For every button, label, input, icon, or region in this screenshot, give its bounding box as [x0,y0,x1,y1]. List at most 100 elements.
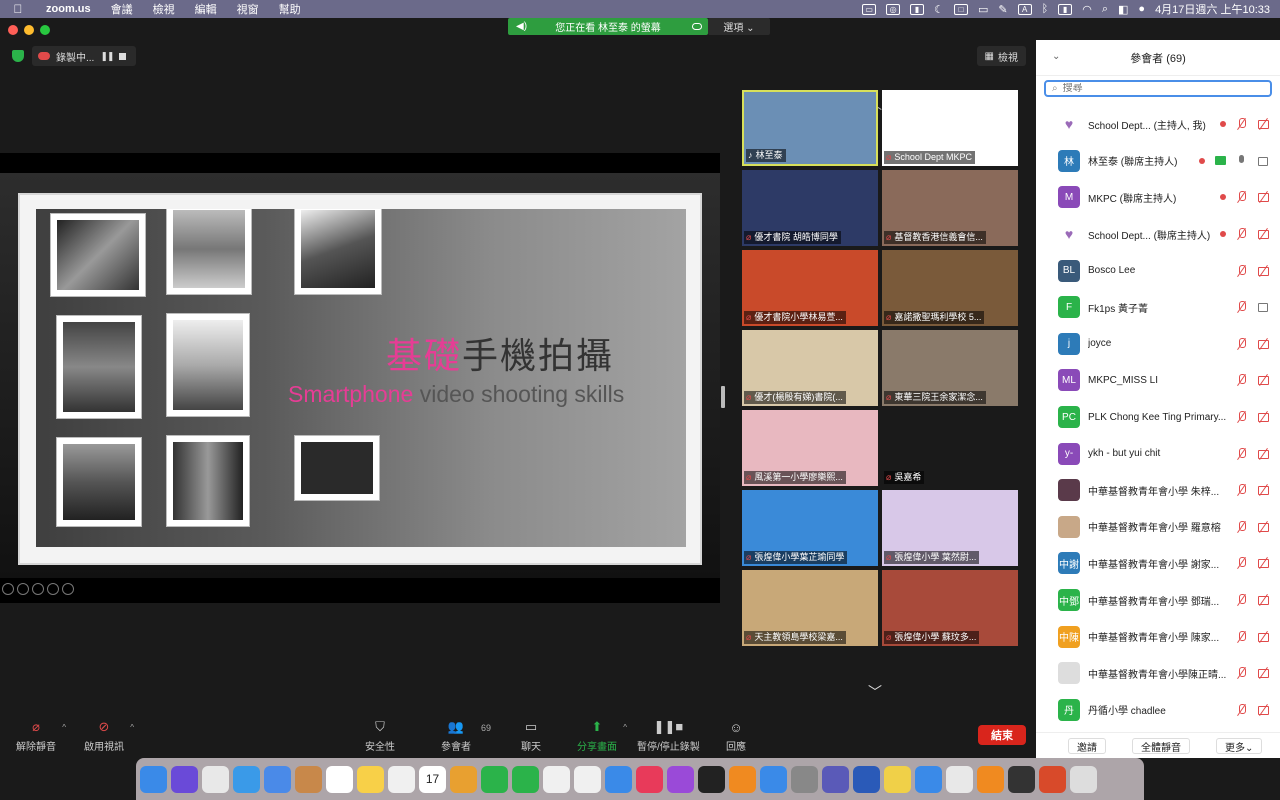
calendar-app-icon[interactable]: 17 [419,765,446,793]
dock-app-icon[interactable] [884,765,911,793]
camera-off-icon[interactable] [1258,338,1270,350]
view-options-button[interactable]: 選項 ⌄ [708,18,770,35]
chevron-down-icon[interactable]: ⌄ [1052,51,1060,62]
dock-app-icon[interactable] [574,765,601,793]
participant-row[interactable]: 中鄧 中華基督教青年會小學 鄧瑞... [1036,582,1280,619]
mic-off-icon[interactable] [1236,264,1248,277]
video-tile[interactable]: ⌀ 天主教領島學校梁嘉... [742,570,878,646]
mic-off-icon[interactable] [1236,447,1248,460]
camera-off-icon[interactable] [1258,374,1270,386]
camera-off-icon[interactable] [1258,265,1270,277]
mic-off-icon[interactable] [1236,411,1248,423]
chevron-up-icon[interactable]: ^ [623,723,627,732]
pen-icon[interactable] [17,583,29,595]
end-meeting-button[interactable]: 結束 [978,725,1026,745]
camera-off-icon[interactable] [1258,631,1270,643]
control-center-icon[interactable]: ◧ [1118,3,1128,16]
dock-app-icon[interactable] [450,765,477,793]
dock-app-icon[interactable] [1008,765,1035,793]
dock-app-icon[interactable] [171,765,198,793]
camera-off-icon[interactable] [1258,228,1270,240]
cc-icon[interactable]: ◎ [886,3,901,15]
camera-off-icon[interactable] [1258,557,1270,569]
more-button[interactable]: 更多⌄ [1216,738,1263,754]
mic-off-icon[interactable] [1236,337,1248,350]
dock-app-icon[interactable] [822,765,849,793]
dock-app-icon[interactable] [729,765,756,793]
menu-clock[interactable]: 4月17日週六 上午10:33 [1155,1,1270,17]
dock-app-icon[interactable] [853,765,880,793]
start-video-button[interactable]: ⊘ 啟用視訊 ^ [84,719,134,753]
dock-app-icon[interactable] [233,765,260,793]
dock-app-icon[interactable] [264,765,291,793]
share-screen-button[interactable]: ⬆ 分享畫面 ^ [577,719,627,753]
spotlight-search-icon[interactable]: ⌕ [1102,3,1108,16]
mic-off-icon[interactable] [1236,630,1248,643]
mic-off-icon[interactable] [1236,374,1248,386]
menu-window[interactable]: 視窗 [227,1,269,17]
video-tile[interactable]: ⌀ 優才書院小學林易萱... [742,250,878,326]
video-tile[interactable]: ⌀ School Dept MKPC [882,90,1018,166]
close-window-button[interactable] [8,25,18,35]
zoom-slide-icon[interactable] [47,583,59,595]
battery-icon[interactable]: ▮ [1058,3,1073,15]
wifi-icon[interactable]: ◠ [1082,3,1092,16]
next-slide-icon[interactable] [62,583,74,595]
view-mode-button[interactable]: ▦ 檢視 [976,46,1026,66]
zoom-window-button[interactable] [40,25,50,35]
dock-app-icon[interactable] [1070,765,1097,793]
mic-off-icon[interactable] [1236,557,1248,569]
dock-app-icon[interactable] [636,765,663,793]
participant-row[interactable]: F Fk1ps 黃子菁 [1036,289,1280,326]
mic-off-icon[interactable] [1236,520,1248,533]
menu-help[interactable]: 幫助 [269,1,311,17]
bluetooth-icon[interactable]: ᛒ [1042,3,1049,15]
dock-app-icon[interactable] [512,765,539,793]
dock-app-icon[interactable] [605,765,632,793]
mute-all-button[interactable]: 全體靜音 [1132,738,1190,754]
dock-app-icon[interactable] [481,765,508,793]
camera-off-icon[interactable] [1258,411,1270,423]
participant-row[interactable]: 中華基督教青年會小學 朱梓... [1036,472,1280,509]
video-tile[interactable]: ⌀ 東華三院王余家潔念... [882,330,1018,406]
participant-search-box[interactable]: ⌕ [1044,80,1272,97]
dock-app-icon[interactable] [140,765,167,793]
participant-row[interactable]: ML MKPC_MISS LI [1036,362,1280,399]
minimize-window-button[interactable] [24,25,34,35]
participant-row[interactable]: j joyce [1036,326,1280,363]
dock-app-icon[interactable] [357,765,384,793]
participant-row[interactable]: ♥ School Dept... (主持人, 我) [1036,106,1280,143]
pause-stop-recording-button[interactable]: ❚❚■ 暫停/停止錄製 [637,719,700,753]
participant-row[interactable]: 中謝 中華基督教青年會小學 謝家... [1036,545,1280,582]
chevron-up-icon[interactable]: ^ [62,723,66,732]
chart-icon[interactable]: ▮ [910,3,925,15]
dock-app-icon[interactable] [760,765,787,793]
camera-off-icon[interactable] [1258,448,1270,460]
participant-row[interactable]: PC PLK Chong Kee Ting Primary... [1036,399,1280,436]
encryption-shield-icon[interactable] [12,50,24,62]
participants-button[interactable]: 👥 參會者 69 [441,719,491,753]
dock-app-icon[interactable] [202,765,229,793]
unmute-button[interactable]: ⌀ 解除靜音 ^ [16,719,66,753]
camera-on-icon[interactable] [1258,155,1270,167]
video-tile[interactable]: ⌀ 張煌偉小學葉芷瑜同學 [742,490,878,566]
dock-app-icon[interactable] [543,765,570,793]
input-source-icon[interactable]: A [1017,3,1032,15]
mic-on-icon[interactable] [1236,154,1248,167]
dock-app-icon[interactable] [791,765,818,793]
video-tile[interactable]: ♪ 林至泰 [742,90,878,166]
camera-off-icon[interactable] [1258,118,1270,130]
screen-icon[interactable]: ▭ [978,3,988,16]
mic-off-icon[interactable] [1236,301,1248,313]
video-tile[interactable]: ⌀ 優才(楊殷有娣)書院(... [742,330,878,406]
camera-off-icon[interactable] [1258,594,1270,606]
camera-off-icon[interactable] [1258,704,1270,716]
video-tile[interactable]: ⌀ 風溪第一小學廖樂熙... [742,410,878,486]
dock-app-icon[interactable] [667,765,694,793]
video-tile[interactable]: ⌀ 嘉諾撒聖瑪利學校 5... [882,250,1018,326]
dock-app-icon[interactable] [698,765,725,793]
dock-app-icon[interactable] [946,765,973,793]
camera-on-icon[interactable] [1258,301,1270,313]
dock-app-icon[interactable] [326,765,353,793]
video-tile[interactable]: ⌀ 優才書院 胡皓博同學 [742,170,878,246]
